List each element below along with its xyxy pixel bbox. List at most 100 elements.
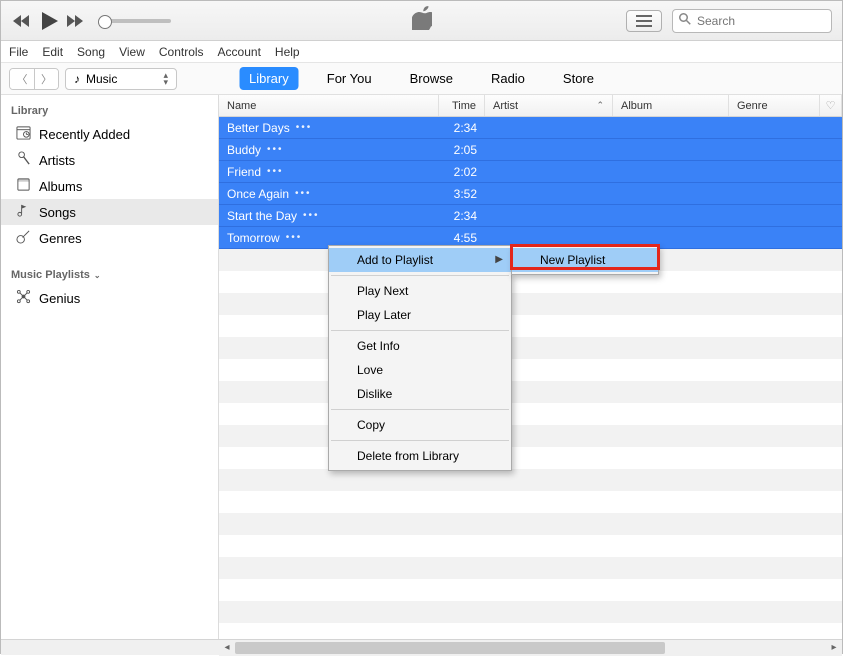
ctx-play-later[interactable]: Play Later <box>329 303 511 327</box>
song-time: 4:55 <box>439 231 485 245</box>
volume-slider[interactable] <box>101 19 171 23</box>
column-time[interactable]: Time <box>439 95 485 116</box>
music-note-icon: ♪ <box>74 72 80 86</box>
playback-toolbar <box>1 1 842 41</box>
menu-help[interactable]: Help <box>275 45 300 59</box>
ctx-copy[interactable]: Copy <box>329 413 511 437</box>
sidebar-item-genres[interactable]: Genres <box>1 225 218 251</box>
empty-row <box>219 315 842 337</box>
context-menu: Add to Playlist ▶ Play Next Play Later G… <box>328 245 512 471</box>
song-time: 2:02 <box>439 165 485 179</box>
more-icon[interactable]: ••• <box>303 210 320 221</box>
column-love[interactable]: ♡ <box>820 95 842 116</box>
submenu-new-playlist[interactable]: New Playlist <box>512 248 658 272</box>
tab-store[interactable]: Store <box>553 67 604 90</box>
back-button[interactable]: 〈 <box>10 69 34 89</box>
submenu-playlist: New Playlist <box>511 245 659 275</box>
more-icon[interactable]: ••• <box>286 232 303 243</box>
apple-logo-icon <box>412 6 432 35</box>
empty-row <box>219 381 842 403</box>
sidebar-item-songs[interactable]: Songs <box>1 199 218 225</box>
chevron-down-icon: ⌄ <box>94 271 101 280</box>
empty-row <box>219 579 842 601</box>
sidebar-item-albums[interactable]: Albums <box>1 173 218 199</box>
table-row[interactable]: Once Again •••3:52 <box>219 183 842 205</box>
ctx-love[interactable]: Love <box>329 358 511 382</box>
source-selector[interactable]: ♪ Music ▴▾ <box>65 68 177 90</box>
updown-icon: ▴▾ <box>163 72 168 86</box>
play-button[interactable] <box>37 9 61 33</box>
history-nav: 〈 〉 <box>9 68 59 90</box>
menu-edit[interactable]: Edit <box>42 45 63 59</box>
search-field[interactable] <box>672 9 832 33</box>
ctx-dislike[interactable]: Dislike <box>329 382 511 406</box>
scroll-left-arrow[interactable]: ◂ <box>219 642 235 653</box>
ctx-play-next[interactable]: Play Next <box>329 279 511 303</box>
more-icon[interactable]: ••• <box>267 144 284 155</box>
next-track-button[interactable] <box>65 13 87 29</box>
submenu-arrow-icon: ▶ <box>495 254 503 265</box>
scroll-thumb[interactable] <box>235 642 665 654</box>
heart-icon: ♡ <box>826 99 836 112</box>
empty-row <box>219 469 842 491</box>
sidebar-item-label: Genres <box>39 231 82 246</box>
horizontal-scrollbar[interactable]: ◂ ▸ <box>219 640 842 656</box>
sidebar-item-label: Songs <box>39 205 76 220</box>
table-row[interactable]: Friend ••• 2:02 <box>219 161 842 183</box>
menu-controls[interactable]: Controls <box>159 45 204 59</box>
search-input[interactable] <box>697 14 825 28</box>
empty-row <box>219 447 842 469</box>
song-time: 2:34 <box>439 121 485 135</box>
forward-button[interactable]: 〉 <box>34 69 58 89</box>
song-name: Friend <box>227 165 261 179</box>
menu-file[interactable]: File <box>9 45 28 59</box>
empty-row <box>219 623 842 639</box>
column-headers: Name Time Artist ⌃ Album Genre ♡ <box>219 95 842 117</box>
song-name: Start the Day <box>227 209 297 223</box>
sidebar-item-label: Genius <box>39 291 80 306</box>
ctx-add-to-playlist[interactable]: Add to Playlist ▶ <box>329 248 511 272</box>
ctx-separator <box>331 275 509 276</box>
menu-view[interactable]: View <box>119 45 145 59</box>
more-icon[interactable]: ••• <box>295 188 312 199</box>
empty-row <box>219 425 842 447</box>
empty-row <box>219 513 842 535</box>
ctx-get-info[interactable]: Get Info <box>329 334 511 358</box>
menu-song[interactable]: Song <box>77 45 105 59</box>
song-list: Name Time Artist ⌃ Album Genre ♡ Better … <box>219 95 842 639</box>
menu-account[interactable]: Account <box>218 45 261 59</box>
ctx-delete[interactable]: Delete from Library <box>329 444 511 468</box>
tab-radio[interactable]: Radio <box>481 67 535 90</box>
sidebar-item-genius[interactable]: Genius <box>1 285 218 311</box>
previous-track-button[interactable] <box>11 13 33 29</box>
song-icon <box>15 203 31 221</box>
empty-row <box>219 403 842 425</box>
tab-for-you[interactable]: For You <box>317 67 382 90</box>
column-name[interactable]: Name <box>219 95 439 116</box>
empty-row <box>219 359 842 381</box>
sidebar-playlists-header[interactable]: Music Playlists ⌄ <box>1 265 218 285</box>
table-row[interactable]: Better Days ••• 2:34 <box>219 117 842 139</box>
table-row[interactable]: Buddy •••2:05 <box>219 139 842 161</box>
column-artist[interactable]: Artist ⌃ <box>485 95 613 116</box>
more-icon[interactable]: ••• <box>267 166 284 177</box>
sidebar-item-label: Recently Added <box>39 127 130 142</box>
column-genre[interactable]: Genre <box>729 95 820 116</box>
sidebar-item-artists[interactable]: Artists <box>1 147 218 173</box>
column-album[interactable]: Album <box>613 95 729 116</box>
song-name: Better Days <box>227 121 290 135</box>
scroll-right-arrow[interactable]: ▸ <box>826 642 842 653</box>
song-time: 2:34 <box>439 209 485 223</box>
mic-icon <box>15 151 31 169</box>
album-icon <box>15 177 31 195</box>
empty-row <box>219 337 842 359</box>
list-view-button[interactable] <box>626 10 662 32</box>
table-row[interactable]: Start the Day ••• 2:34 <box>219 205 842 227</box>
sidebar-item-recently-added[interactable]: Recently Added <box>1 121 218 147</box>
song-name: Buddy <box>227 143 261 157</box>
empty-row <box>219 293 842 315</box>
tab-library[interactable]: Library <box>239 67 299 90</box>
clock-icon <box>15 125 31 143</box>
tab-browse[interactable]: Browse <box>400 67 463 90</box>
more-icon[interactable]: ••• <box>296 122 313 133</box>
